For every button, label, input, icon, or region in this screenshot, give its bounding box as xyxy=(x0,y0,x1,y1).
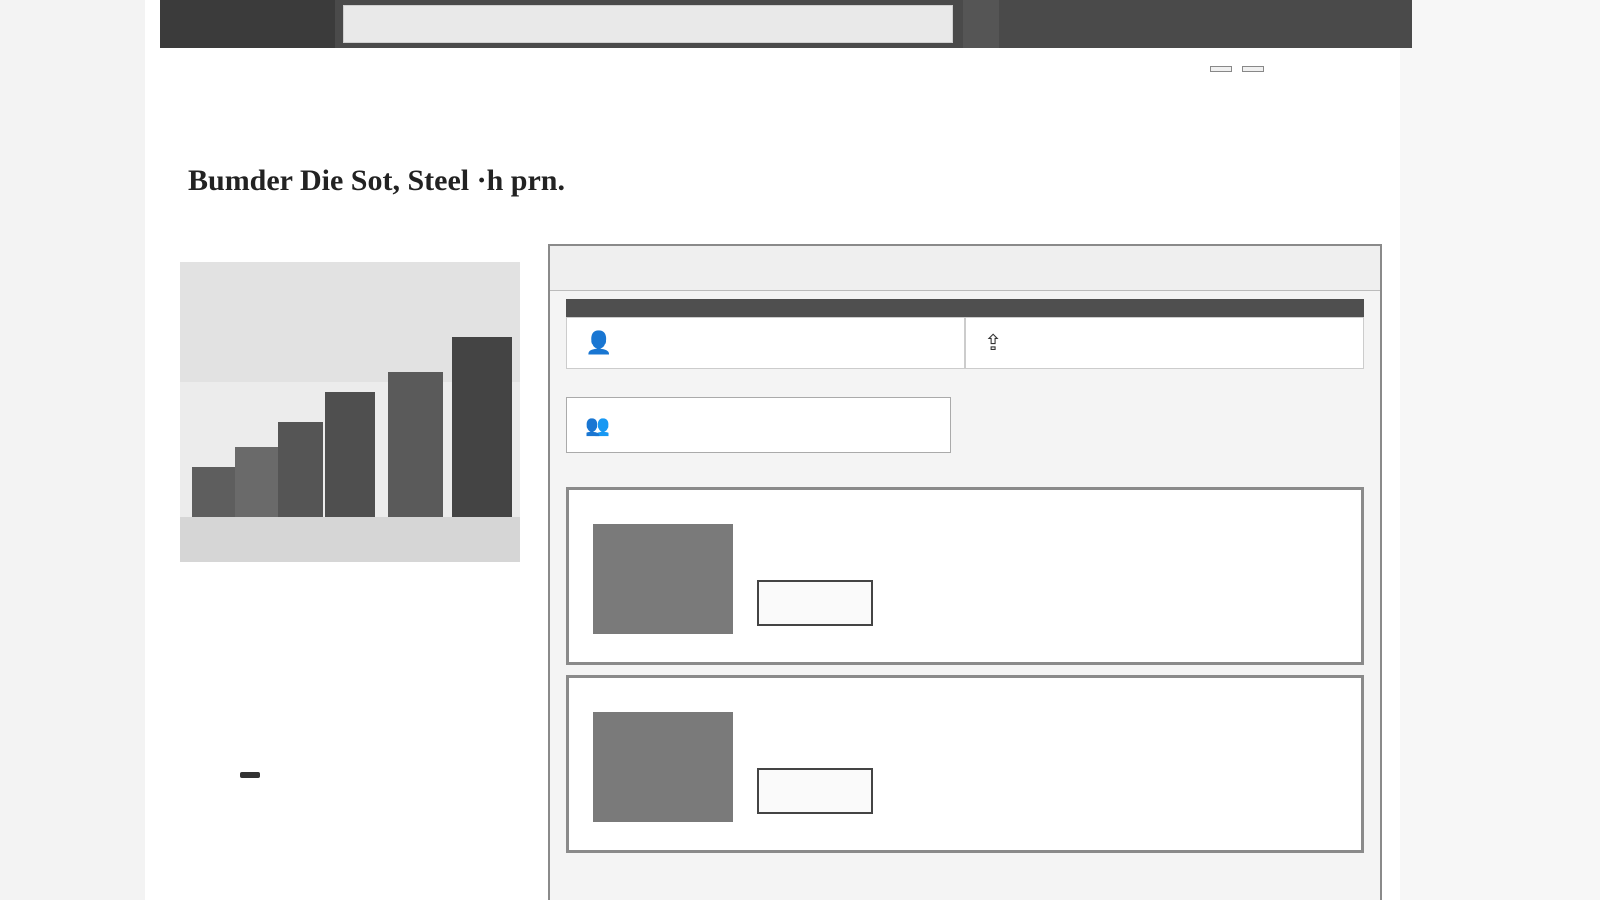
results-list xyxy=(566,487,1364,853)
brand-logo[interactable] xyxy=(160,0,335,48)
tab-header-left xyxy=(566,299,965,317)
info-row xyxy=(180,652,525,690)
top-navigation xyxy=(160,0,1412,48)
view-button[interactable] xyxy=(757,768,873,814)
page-title: Bumder Die Sot, Steel ·h prn. xyxy=(188,164,565,197)
skyline-illustration xyxy=(180,262,520,562)
image-caption xyxy=(180,240,525,262)
nav-link-4[interactable] xyxy=(1071,0,1107,48)
utility-button-right[interactable] xyxy=(1242,66,1264,72)
info-row xyxy=(180,728,525,766)
info-row xyxy=(180,614,525,652)
info-list xyxy=(180,576,525,781)
option-person-group[interactable]: 👥 xyxy=(566,397,951,453)
info-row xyxy=(180,576,525,614)
left-info-column xyxy=(180,240,525,880)
panel-title xyxy=(550,246,1380,291)
person-icon: 👤 xyxy=(585,330,613,355)
result-card xyxy=(566,487,1364,665)
left-action-button[interactable] xyxy=(240,772,260,778)
right-gutter xyxy=(1400,0,1600,900)
utility-button-left[interactable] xyxy=(1210,66,1232,72)
tab-header-right xyxy=(965,299,1364,317)
result-thumbnail[interactable] xyxy=(593,712,733,822)
tab-person[interactable]: 👤 xyxy=(566,317,965,369)
result-thumbnail[interactable] xyxy=(593,524,733,634)
nav-links xyxy=(963,0,1107,48)
upload-icon: ⇪ xyxy=(984,330,1003,355)
result-card xyxy=(566,675,1364,853)
info-row xyxy=(180,690,525,728)
tab-row: 👤 ⇪ xyxy=(566,317,1364,369)
person-group-icon: 👥 xyxy=(585,414,610,437)
tab-headers xyxy=(566,299,1364,317)
search-input[interactable] xyxy=(343,5,953,43)
main-panel: 👤 ⇪ 👥 xyxy=(548,244,1382,900)
page: Bumder Die Sot, Steel ·h prn. 👤 ⇪ 👥 xyxy=(0,0,1600,900)
nav-link-2[interactable] xyxy=(999,0,1035,48)
left-gutter xyxy=(0,0,145,900)
nav-link-1[interactable] xyxy=(963,0,999,48)
nav-link-3[interactable] xyxy=(1035,0,1071,48)
utility-buttons xyxy=(1210,66,1264,72)
view-button[interactable] xyxy=(757,580,873,626)
tab-upload[interactable]: ⇪ xyxy=(965,317,1364,369)
hero-image xyxy=(180,262,520,562)
